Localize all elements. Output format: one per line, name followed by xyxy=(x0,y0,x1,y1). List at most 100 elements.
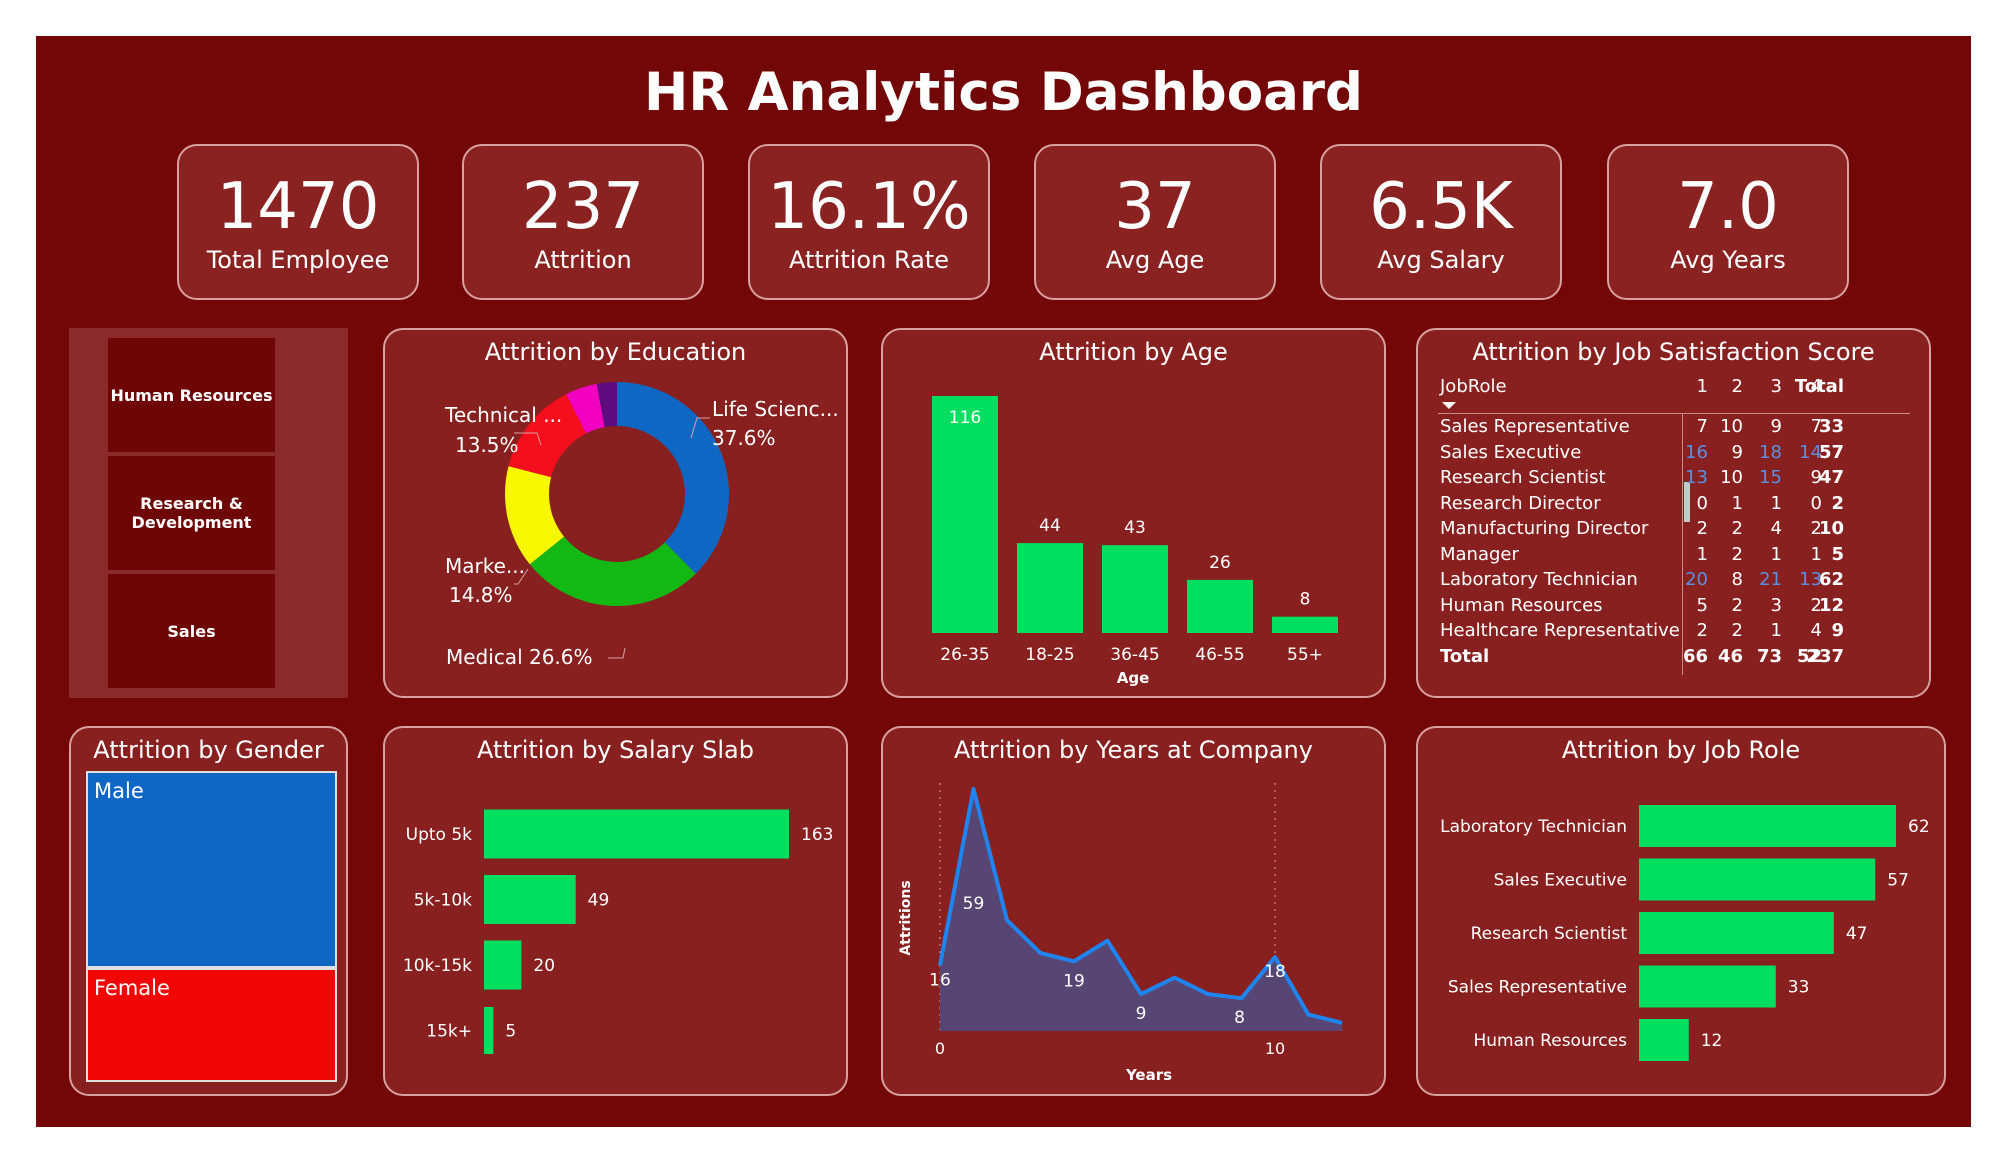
age-bar xyxy=(1187,579,1253,633)
treemap-female[interactable]: Female xyxy=(86,968,337,1082)
panel-title: Attrition by Gender xyxy=(93,736,324,764)
matrix-cell: 33 xyxy=(1818,416,1844,437)
age-tick-label: 46-55 xyxy=(1195,645,1244,665)
dashboard-canvas: HR Analytics Dashboard 1470 Total Employ… xyxy=(36,36,1971,1127)
treemap-male[interactable]: Male xyxy=(86,771,337,968)
matrix-cell: 9 xyxy=(1831,620,1844,641)
salary-data-label: 49 xyxy=(588,891,610,911)
years-tick-label: 0 xyxy=(935,1039,945,1058)
male-label: Male xyxy=(94,779,144,803)
matrix-cell: 12 xyxy=(1818,594,1844,616)
salary-bar xyxy=(484,809,789,859)
matrix-total-cell: 237 xyxy=(1806,645,1844,667)
slicer-item-human-resources[interactable]: Human Resources xyxy=(108,338,275,452)
age-tick-label: 55+ xyxy=(1287,645,1323,665)
life-sciences-label: Life Scienc... xyxy=(712,397,839,421)
jobrole-bar xyxy=(1639,1019,1689,1061)
jobrole-data-label: 47 xyxy=(1846,924,1868,944)
matrix-row-label: Manufacturing Director xyxy=(1440,518,1649,539)
matrix-row-label: Healthcare Representative xyxy=(1440,620,1680,641)
age-bar xyxy=(1102,545,1168,633)
matrix-cell: 2 xyxy=(1831,492,1844,514)
jobrole-data-label: 33 xyxy=(1788,978,1810,998)
age-data-label: 26 xyxy=(1209,553,1231,573)
years-data-label: 59 xyxy=(963,894,985,914)
age-data-label: 116 xyxy=(949,408,981,428)
matrix-header: Total xyxy=(1794,376,1844,397)
age-bar xyxy=(1017,543,1083,633)
matrix-cell: 47 xyxy=(1818,467,1844,488)
jobrole-tick-label: Sales Representative xyxy=(1448,978,1627,998)
jobrole-tick-label: Human Resources xyxy=(1473,1031,1627,1051)
years-y-axis-title: Attritions xyxy=(898,880,914,955)
gender-treemap: Male Female xyxy=(86,771,337,1082)
kpi-value: 6.5K xyxy=(1369,170,1513,244)
age-tick-label: 36-45 xyxy=(1110,645,1159,665)
kpi-card-avg-salary: 6.5K Avg Salary xyxy=(1320,144,1562,300)
kpi-card-attrition-rate: 16.1% Attrition Rate xyxy=(748,144,990,300)
jobrole-bar-chart: Laboratory Technician 62 Sales Executive 57… xyxy=(1440,805,1930,1061)
jobrole-bar xyxy=(1639,805,1896,847)
education-panel: Attrition by Education Life Scienc... 37… xyxy=(383,328,848,698)
years-data-label: 8 xyxy=(1234,1008,1245,1028)
salary-bar-chart: Upto 5k 163 5k-10k 49 10k-15k 20 15k+ 5 xyxy=(403,809,833,1054)
years-area-chart: Attritions Years 16 59 19 9 8 18 0 10 xyxy=(898,783,1343,1084)
marketing-pct: 14.8% xyxy=(449,583,513,607)
slicer-item-sales[interactable]: Sales xyxy=(108,574,275,688)
matrix-cell: 57 xyxy=(1818,441,1844,463)
salary-tick-label: 5k-10k xyxy=(414,891,472,911)
salary-bar xyxy=(484,875,576,924)
salary-bar xyxy=(484,1007,494,1054)
salary-panel: Attrition by Salary Slab Upto 5k 163 5k-10… xyxy=(383,726,848,1096)
age-bar xyxy=(1272,616,1338,633)
jobrole-data-label: 57 xyxy=(1887,871,1909,891)
kpi-label: Avg Salary xyxy=(1377,246,1505,274)
jobrole-bar xyxy=(1639,912,1834,954)
jobrole-panel: Attrition by Job Role Laboratory Technic… xyxy=(1416,726,1946,1096)
age-tick-label: 18-25 xyxy=(1025,645,1074,665)
kpi-value: 16.1% xyxy=(767,170,971,244)
jobrole-data-label: 12 xyxy=(1701,1031,1723,1051)
salary-data-label: 20 xyxy=(533,956,555,976)
kpi-value: 1470 xyxy=(216,170,380,244)
age-axis-title: Age xyxy=(1117,669,1150,687)
jobrole-tick-label: Research Scientist xyxy=(1471,924,1628,944)
salary-data-label: 163 xyxy=(801,825,833,845)
years-data-label: 18 xyxy=(1264,962,1286,982)
kpi-card-total-employee: 1470 Total Employee xyxy=(177,144,419,300)
jobsat-panel: Attrition by Job Satisfaction Score JobR… xyxy=(1416,328,1931,698)
age-data-label: 43 xyxy=(1124,518,1146,538)
kpi-card-avg-age: 37 Avg Age xyxy=(1034,144,1276,300)
marketing-label: Marke... xyxy=(445,554,525,578)
kpi-value: 237 xyxy=(521,170,645,244)
age-data-label: 44 xyxy=(1039,516,1061,536)
salary-tick-label: 10k-15k xyxy=(403,956,472,976)
age-data-label: 8 xyxy=(1300,590,1311,610)
department-slicer: Human Resources Research & Development S… xyxy=(69,328,348,698)
years-tick-label: 10 xyxy=(1265,1039,1285,1058)
years-data-label: 16 xyxy=(929,970,951,990)
matrix-cell: 5 xyxy=(1831,543,1844,565)
matrix-row-label: Manager xyxy=(1440,543,1519,565)
technical-pct: 13.5% xyxy=(455,433,519,457)
matrix-row-label: Research Director xyxy=(1440,492,1601,514)
jobrole-data-label: 62 xyxy=(1908,817,1930,837)
gender-panel: Attrition by Gender Male Female xyxy=(69,726,348,1096)
years-data-label: 9 xyxy=(1136,1004,1147,1024)
slicer-item-research-development[interactable]: Research & Development xyxy=(108,456,275,570)
kpi-card-avg-years: 7.0 Avg Years xyxy=(1607,144,1849,300)
matrix-cell: 10 xyxy=(1818,518,1844,539)
kpi-label: Avg Age xyxy=(1105,246,1205,274)
salary-bar xyxy=(484,940,522,990)
years-data-label: 19 xyxy=(1063,971,1085,991)
matrix-row-label: Human Resources xyxy=(1440,594,1603,616)
jobrole-bar xyxy=(1639,858,1876,901)
kpi-value: 37 xyxy=(1114,170,1196,244)
medical-label: Medical 26.6% xyxy=(446,645,593,669)
years-x-axis-title: Years xyxy=(1125,1066,1172,1084)
years-panel: Attrition by Years at Company Attritions… xyxy=(881,726,1386,1096)
age-tick-label: 26-35 xyxy=(940,645,989,665)
kpi-card-attrition: 237 Attrition xyxy=(462,144,704,300)
matrix-row-label: Laboratory Technician xyxy=(1440,569,1638,590)
jobrole-tick-label: Laboratory Technician xyxy=(1440,817,1627,837)
